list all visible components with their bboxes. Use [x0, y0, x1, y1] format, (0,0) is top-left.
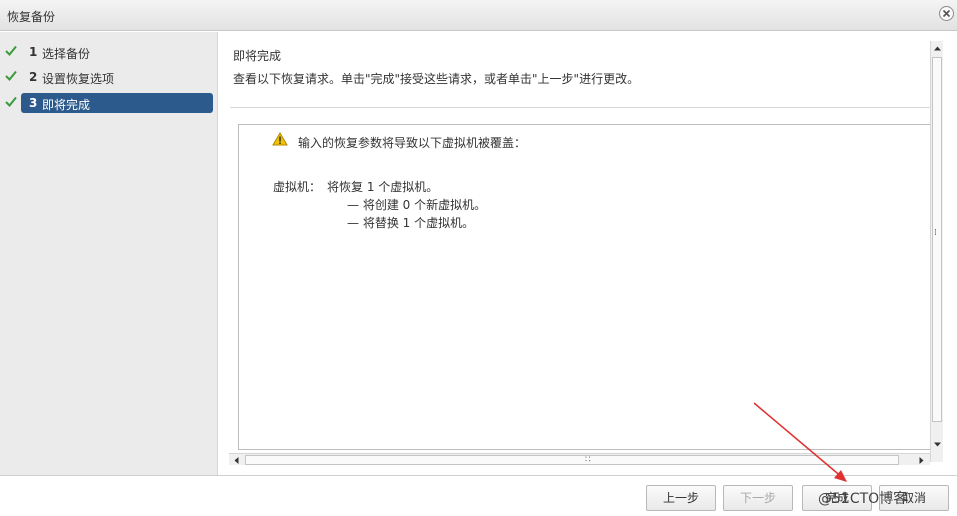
step-number: 2	[29, 70, 38, 84]
summary-panel: 输入的恢复参数将导致以下虚拟机被覆盖： 虚拟机： 将恢复 1 个虚拟机。 — 将…	[238, 124, 932, 450]
scroll-right-icon[interactable]	[917, 456, 926, 465]
step-restore-options[interactable]: 2 设置恢复选项	[0, 67, 218, 87]
close-button[interactable]	[939, 6, 954, 21]
page-description: 查看以下恢复请求。单击"完成"接受这些请求，或者单击"上一步"进行更改。	[233, 72, 640, 86]
watermark: @51CTO博客	[818, 491, 908, 507]
vm-create-count: — 将创建 0 个新虚拟机。	[347, 198, 487, 212]
step-ready-to-complete[interactable]: 3 即将完成	[0, 93, 218, 113]
step-number: 3	[29, 96, 38, 110]
check-icon	[5, 96, 17, 107]
vertical-scrollbar[interactable]: ⁞	[930, 41, 943, 462]
dialog-title: 恢复备份	[7, 10, 56, 24]
vertical-scroll-thumb[interactable]: ⁞	[932, 57, 942, 422]
vm-replace-count: — 将替换 1 个虚拟机。	[347, 216, 475, 230]
step-label: 即将完成	[42, 98, 91, 112]
step-select-backup[interactable]: 1 选择备份	[0, 42, 218, 62]
scroll-down-icon[interactable]	[933, 440, 942, 449]
wizard-steps-sidebar: 1 选择备份 2 设置恢复选项 3 即将完成	[0, 32, 218, 475]
scroll-up-icon[interactable]	[933, 44, 942, 53]
horizontal-scrollbar[interactable]: ∷	[229, 453, 930, 465]
step-number: 1	[29, 45, 38, 59]
overwrite-warning: 输入的恢复参数将导致以下虚拟机被覆盖：	[298, 136, 527, 150]
scroll-left-icon[interactable]	[232, 456, 241, 465]
dialog-footer: 上一步 下一步 完成 取消	[0, 475, 957, 516]
vm-label: 虚拟机：	[273, 180, 322, 194]
page-title: 即将完成	[233, 49, 282, 63]
next-button[interactable]: 下一步	[723, 485, 793, 511]
back-button[interactable]: 上一步	[646, 485, 716, 511]
step-label: 设置恢复选项	[42, 72, 115, 86]
check-icon	[5, 70, 17, 81]
check-icon	[5, 45, 17, 56]
step-label: 选择备份	[42, 47, 91, 61]
wizard-content: 即将完成 查看以下恢复请求。单击"完成"接受这些请求，或者单击"上一步"进行更改…	[219, 32, 957, 475]
divider	[230, 107, 930, 108]
close-icon	[942, 9, 951, 18]
warning-icon	[272, 132, 288, 146]
vm-restore-count: 将恢复 1 个虚拟机。	[327, 180, 439, 194]
dialog-titlebar: 恢复备份	[0, 0, 957, 31]
horizontal-scroll-thumb[interactable]: ∷	[245, 455, 899, 465]
